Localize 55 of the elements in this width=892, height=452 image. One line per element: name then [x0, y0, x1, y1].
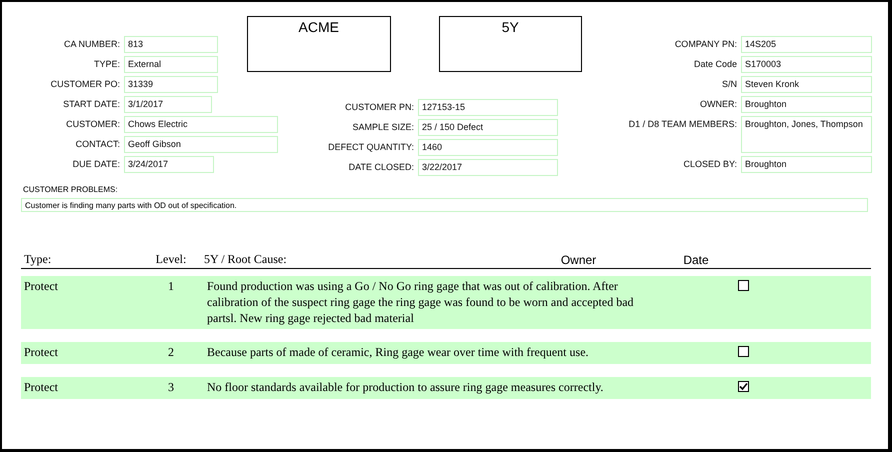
- header-box: 5Y: [438, 16, 582, 72]
- text-field[interactable]: 3/22/2017: [418, 159, 558, 176]
- field-label: SAMPLE SIZE:: [351, 121, 415, 134]
- column-header: Date: [682, 253, 710, 267]
- column-header: Owner: [560, 253, 598, 267]
- text-field[interactable]: Steven Kronk: [741, 76, 872, 93]
- field-label: CA NUMBER:: [62, 38, 121, 51]
- checkbox[interactable]: [738, 280, 749, 291]
- header-box: ACME: [247, 16, 390, 72]
- field-label: CUSTOMER PN:: [344, 101, 415, 114]
- text-field[interactable]: 31339: [124, 76, 218, 93]
- field-label: S/N: [720, 78, 738, 91]
- field-label: CONTACT:: [74, 138, 121, 151]
- table-cell-text: 2: [167, 344, 175, 361]
- table-cell-text: Protect: [23, 278, 59, 295]
- field-label: CLOSED BY:: [682, 158, 738, 171]
- text-field[interactable]: External: [124, 56, 218, 73]
- field-label: D1 / D8 TEAM MEMBERS:: [628, 118, 738, 131]
- field-label: CUSTOMER PO:: [50, 78, 121, 91]
- checkbox[interactable]: [738, 381, 749, 392]
- text-field[interactable]: Broughton: [741, 156, 872, 173]
- text-field[interactable]: 14S205: [741, 36, 872, 53]
- column-header: Level:: [154, 252, 188, 267]
- text-field[interactable]: 3/1/2017: [124, 96, 212, 113]
- field-label: CUSTOMER:: [65, 118, 121, 131]
- table-cell-text: 3: [167, 379, 175, 396]
- table-cell-text: Because parts of made of ceramic, Ring gage wear over time with frequent use.: [207, 344, 590, 361]
- field-label: Date Code: [692, 58, 738, 71]
- text-field[interactable]: S170003: [741, 56, 872, 73]
- text-field[interactable]: Broughton: [741, 96, 872, 113]
- table-cell-text: No floor standards available for production to assure ring gage measures correctly.: [207, 379, 604, 396]
- field-label: START DATE:: [62, 98, 121, 111]
- text-field[interactable]: 127153-15: [418, 99, 558, 116]
- field-label: TYPE:: [92, 58, 121, 71]
- field-label: DUE DATE:: [72, 158, 121, 171]
- text-field[interactable]: 813: [124, 36, 218, 53]
- field-label: DATE CLOSED:: [348, 161, 415, 174]
- field-label: COMPANY PN:: [674, 38, 738, 51]
- text-field[interactable]: 1460: [418, 139, 558, 156]
- field-label: OWNER:: [699, 98, 738, 111]
- field-label: CUSTOMER PROBLEMS:: [23, 185, 119, 194]
- table-cell-text: Protect: [23, 344, 59, 361]
- text-field[interactable]: Chows Electric: [124, 116, 278, 133]
- table-cell-text: Found production was using a Go / No Go ring gage that was out of calibration. After calibration of the suspect ring gage the ring gage was found to be worn and accepted bad partsl. New ring gage rejected bad material: [207, 278, 635, 326]
- text-field[interactable]: Customer is finding many parts with OD out of specification.: [21, 198, 868, 212]
- text-field[interactable]: Geoff Gibson: [124, 136, 278, 153]
- table-cell-text: 1: [167, 278, 175, 295]
- table-cell-text: Protect: [23, 379, 59, 396]
- field-label: DEFECT QUANTITY:: [327, 141, 415, 154]
- column-header: Type:: [23, 252, 52, 267]
- checkbox[interactable]: [738, 346, 749, 357]
- column-header: 5Y / Root Cause:: [203, 252, 288, 267]
- text-field[interactable]: Broughton, Jones, Thompson: [741, 116, 872, 153]
- text-field[interactable]: 3/24/2017: [124, 156, 214, 173]
- text-field[interactable]: 25 / 150 Defect: [418, 119, 558, 136]
